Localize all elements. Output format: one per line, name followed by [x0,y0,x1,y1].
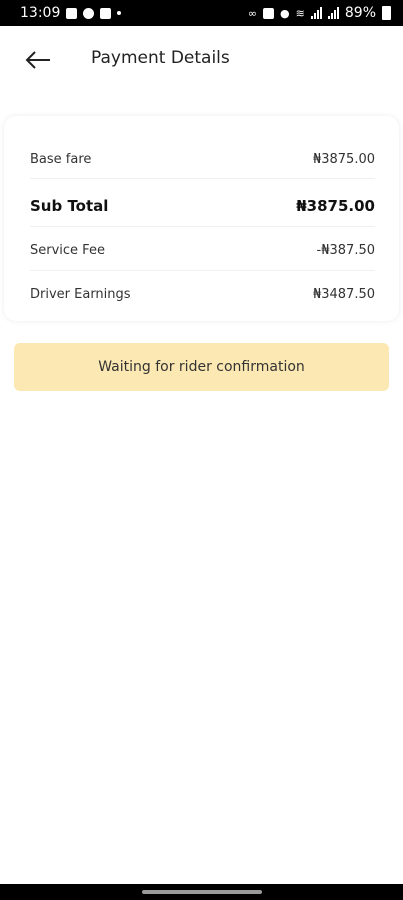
driver-earnings-value: ₦3487.50 [312,287,375,302]
status-bar: 13:09 ∞ ● ≋ 89% [0,0,403,26]
alarm-icon [263,7,275,19]
back-button[interactable] [22,46,54,74]
app-notification-icon [83,7,95,19]
page-title: Payment Details [91,48,230,68]
home-gesture-handle[interactable] [141,890,262,894]
sub-total-value: ₦3875.00 [296,197,375,215]
status-bar-left: 13:09 [20,5,122,21]
banner-text: Waiting for rider confirmation [98,359,305,375]
system-nav-bar [0,884,403,900]
service-fee-value: -₦387.50 [316,243,375,258]
base-fare-label: Base fare [30,152,92,167]
link-icon: ∞ [247,6,258,20]
rider-confirmation-banner: Waiting for rider confirmation [14,343,389,391]
service-fee-row: Service Fee -₦387.50 [30,243,375,258]
location-icon: ● [280,6,290,20]
divider [30,270,375,271]
more-notifications-dot-icon [117,11,122,15]
payment-details-card: Base fare ₦3875.00 Sub Total ₦3875.00 Se… [4,116,399,321]
service-fee-label: Service Fee [30,243,105,258]
message-icon [100,7,112,19]
status-time: 13:09 [20,5,61,21]
arrow-left-icon [25,51,50,69]
driver-earnings-label: Driver Earnings [30,287,131,302]
gallery-icon [66,7,78,19]
battery-icon [382,6,391,20]
wifi-icon: ≋ [295,6,305,20]
base-fare-value: ₦3875.00 [312,152,375,167]
divider [30,178,375,179]
signal-icon [310,7,322,19]
sub-total-row: Sub Total ₦3875.00 [30,197,375,215]
battery-percentage: 89% [344,5,376,21]
divider [30,226,375,227]
app-header: Payment Details [0,26,403,92]
status-bar-right: ∞ ● ≋ 89% [248,5,391,21]
sub-total-label: Sub Total [30,197,109,215]
base-fare-row: Base fare ₦3875.00 [30,152,375,167]
signal-2-icon [327,7,339,19]
driver-earnings-row: Driver Earnings ₦3487.50 [30,287,375,302]
